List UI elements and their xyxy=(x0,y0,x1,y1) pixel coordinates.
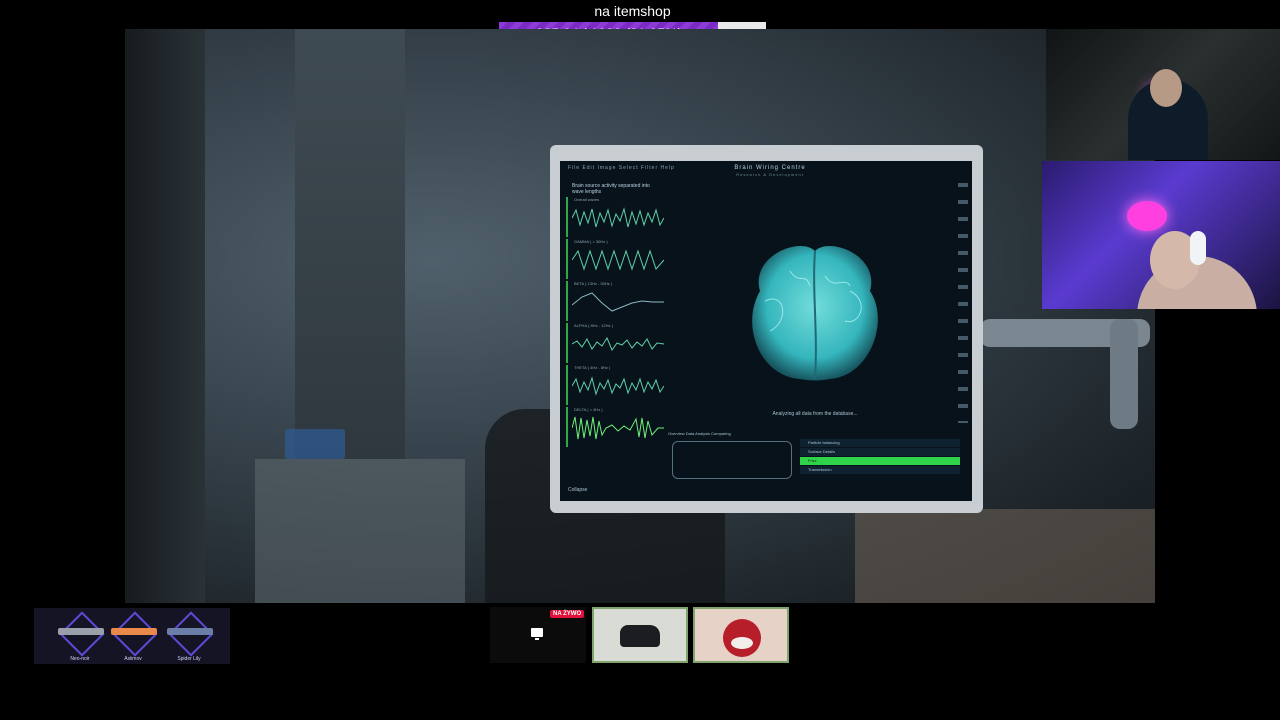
wave-row: Overall waves xyxy=(566,197,668,237)
skin-label: Spider Lily xyxy=(177,656,201,662)
wave-label: DELTA ( < 4Hz ) xyxy=(574,407,603,412)
brain-hologram xyxy=(752,245,878,381)
screen-list-item: Particle balancing xyxy=(800,439,960,447)
skin-card: Spider Lily xyxy=(165,608,214,664)
gun-icon xyxy=(58,628,104,635)
skins-strip: Neo-noir Asiimov Spider Lily xyxy=(34,608,230,664)
car-thumbnail[interactable] xyxy=(592,607,688,663)
live-tile[interactable]: NA ŻYWO xyxy=(490,607,586,663)
background-object xyxy=(285,429,345,459)
screen-menu: File Edit Image Select Filter Help xyxy=(568,165,675,171)
background-desk-right xyxy=(855,509,1155,603)
wave-label: GAMMA ( > 30Hz ) xyxy=(574,239,608,244)
analyzing-status: Analyzing all data from the database... xyxy=(772,411,858,417)
wave-row: GAMMA ( > 30Hz ) xyxy=(566,239,668,279)
monitor-arm-post xyxy=(1110,319,1138,429)
plate-icon xyxy=(723,619,761,657)
background-desk xyxy=(255,459,465,603)
background-wall xyxy=(125,29,205,603)
headset xyxy=(1190,231,1206,265)
background-door xyxy=(295,29,405,459)
wave-row: ALPHA ( 8Hz - 12Hz ) xyxy=(566,323,668,363)
food-thumbnail[interactable] xyxy=(693,607,789,663)
skin-label: Asiimov xyxy=(124,656,142,662)
wave-label: ALPHA ( 8Hz - 12Hz ) xyxy=(574,323,613,328)
goal-title: na itemshop xyxy=(594,3,671,19)
screen-tabs: Overview Data Analysis Comparing xyxy=(668,431,731,436)
gun-icon xyxy=(111,628,157,635)
stream-video: File Edit Image Select Filter Help Brain… xyxy=(125,29,1155,603)
wave-graph xyxy=(572,249,664,271)
screen-list: Particle balancing Surface Details Frizz… xyxy=(800,439,960,475)
skin-card: Neo-noir xyxy=(56,608,105,664)
wave-graph xyxy=(572,207,664,228)
lab-monitor: File Edit Image Select Filter Help Brain… xyxy=(550,145,983,513)
wave-graph xyxy=(572,336,664,352)
neon-light xyxy=(1127,201,1167,231)
screen-app-title: Brain Wiring Centre xyxy=(734,165,806,171)
screen-bottom-panel: Overview Data Analysis Comparing Particl… xyxy=(668,431,964,491)
webcam-main xyxy=(1042,161,1280,309)
live-badge: NA ŻYWO xyxy=(550,610,585,618)
wave-label: THETA ( 4Hz - 8Hz ) xyxy=(574,365,611,370)
screen-share-icon xyxy=(531,628,543,640)
skin-label: Neo-noir xyxy=(70,656,90,662)
wave-label: Overall waves xyxy=(574,197,600,202)
webcam-person-head xyxy=(1150,69,1182,107)
car-icon xyxy=(620,625,660,647)
skin-card: Asiimov xyxy=(109,608,158,664)
screen-collapse-label: Collapse xyxy=(568,487,588,493)
screen-app-subtitle: Research & Development xyxy=(736,172,804,177)
screen-list-item: Surface Details xyxy=(800,448,960,456)
wave-row: THETA ( 4Hz - 8Hz ) xyxy=(566,365,668,405)
screen-detail-box xyxy=(672,441,792,479)
wave-row: DELTA ( < 4Hz ) xyxy=(566,407,668,447)
wave-label: BETA ( 13Hz - 30Hz ) xyxy=(574,281,613,286)
screen-list-item-active: Frizz xyxy=(800,457,960,465)
wave-graph xyxy=(572,292,664,312)
wave-graph xyxy=(572,416,664,440)
wave-panel-title: Brain source activity separated into wav… xyxy=(572,183,650,195)
wave-graph xyxy=(572,376,664,396)
webcam-top xyxy=(1046,29,1280,160)
screen-toolbar-icons xyxy=(958,183,968,423)
wave-row: BETA ( 13Hz - 30Hz ) xyxy=(566,281,668,321)
monitor-screen: File Edit Image Select Filter Help Brain… xyxy=(560,161,972,501)
gun-icon xyxy=(167,628,213,635)
wave-panel: Brain source activity separated into wav… xyxy=(566,181,668,461)
screen-list-item: Transmission xyxy=(800,466,960,474)
